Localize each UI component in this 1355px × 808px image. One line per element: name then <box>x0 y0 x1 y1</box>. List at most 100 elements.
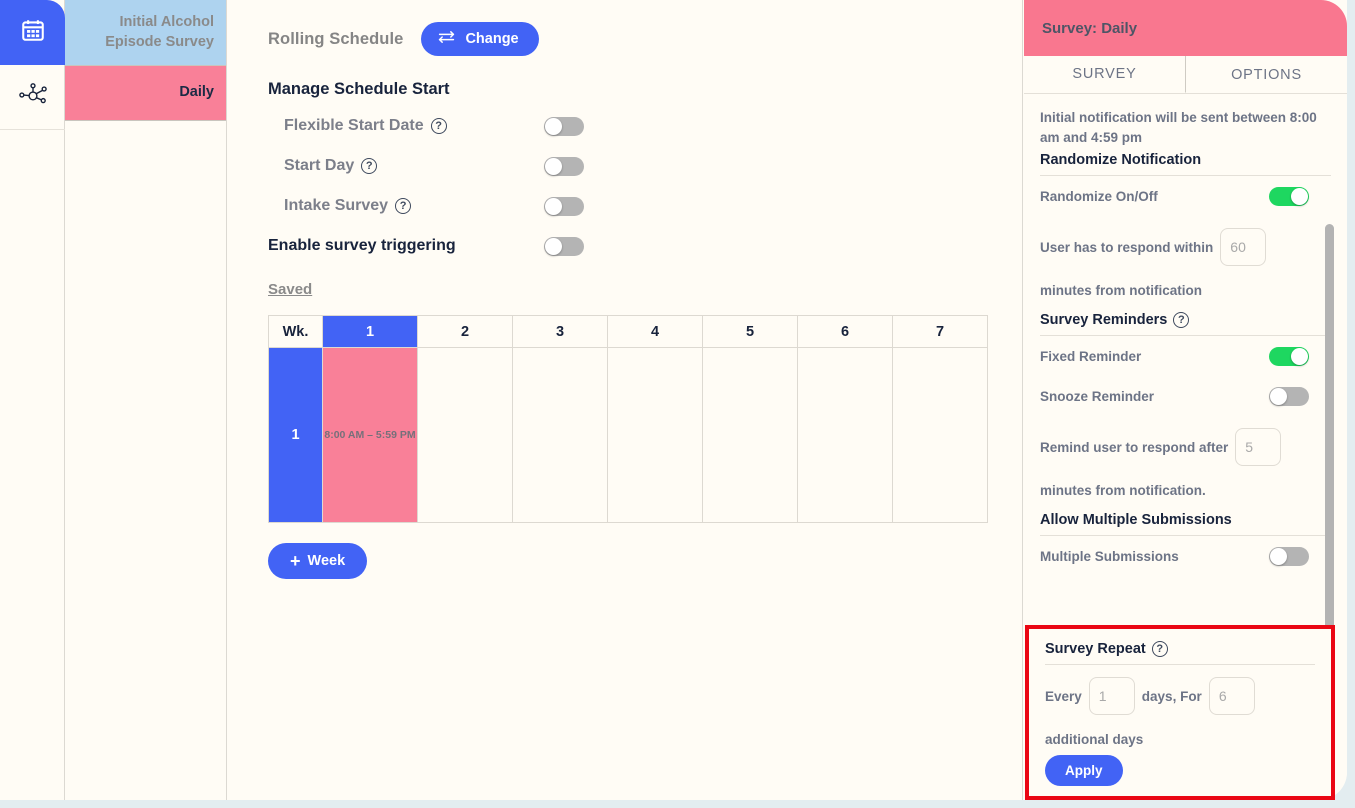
flexible-start-date-text: Flexible Start Date <box>284 117 424 134</box>
snooze-reminder-label: Snooze Reminder <box>1040 388 1155 404</box>
schedule-cell-day-2[interactable] <box>417 347 513 523</box>
randomize-on-off-label: Randomize On/Off <box>1040 188 1158 204</box>
schedule-cell-day-6[interactable] <box>797 347 893 523</box>
toggle-multiple-submissions[interactable] <box>1269 546 1309 566</box>
intake-survey-text: Intake Survey <box>284 197 389 214</box>
icon-rail <box>0 0 65 800</box>
schedule-week-number: 1 <box>268 347 323 523</box>
remind-after-suffix: minutes from notification. <box>1040 483 1206 499</box>
enable-survey-triggering-text: Enable survey triggering <box>268 237 456 254</box>
apply-button[interactable]: Apply <box>1045 755 1123 786</box>
help-icon-intake-survey[interactable]: ? <box>395 198 412 214</box>
help-icon-flexible-start-date[interactable]: ? <box>430 118 447 134</box>
schedule-day-header-5[interactable]: 5 <box>702 315 798 348</box>
toggle-row-enable-survey-triggering: Enable survey triggering <box>268 233 982 259</box>
survey-repeat-field-row: Every days, For additional days <box>1045 677 1315 747</box>
rolling-schedule-row: Rolling Schedule Change <box>268 22 982 56</box>
schedule-table: Wk. 1 2 3 4 5 6 7 1 8:00 AM – 5:59 PM <box>268 315 988 523</box>
toggle-flexible-start-date[interactable] <box>544 116 584 136</box>
survey-list-item-parent[interactable]: Initial Alcohol Episode Survey <box>65 0 226 65</box>
survey-repeat-title: Survey Repeat ? <box>1045 641 1315 665</box>
repeat-mid-label: days, For <box>1141 688 1202 704</box>
survey-list-item-daily[interactable]: Daily <box>65 65 226 121</box>
schedule-day-header-7[interactable]: 7 <box>892 315 988 348</box>
randomize-on-off-row: Randomize On/Off <box>1040 176 1331 216</box>
toggle-row-intake-survey: Intake Survey ? <box>268 193 982 219</box>
toggle-fixed-reminder[interactable] <box>1269 346 1309 366</box>
snooze-reminder-row: Snooze Reminder <box>1040 376 1331 416</box>
toggle-snooze-reminder[interactable] <box>1269 386 1309 406</box>
survey-panel-tabs: SURVEY OPTIONS <box>1024 56 1347 94</box>
schedule-panel: Rolling Schedule Change Manage Schedule … <box>228 0 1023 800</box>
schedule-header-row: Wk. 1 2 3 4 5 6 7 <box>268 315 988 348</box>
help-icon-survey-repeat[interactable]: ? <box>1151 641 1168 657</box>
survey-list: Initial Alcohol Episode Survey Daily <box>65 0 227 800</box>
help-icon-survey-reminders[interactable]: ? <box>1173 312 1190 329</box>
respond-within-input[interactable] <box>1220 228 1267 267</box>
survey-panel-title: Survey: Daily <box>1042 19 1138 37</box>
calendar-icon <box>20 17 46 48</box>
schedule-day-header-4[interactable]: 4 <box>607 315 703 348</box>
add-week-label: Week <box>307 553 346 569</box>
schedule-day-header-6[interactable]: 6 <box>797 315 893 348</box>
allow-multiple-submissions-title: Allow Multiple Submissions <box>1040 512 1331 537</box>
toggle-intake-survey[interactable] <box>544 196 584 216</box>
fixed-reminder-row: Fixed Reminder <box>1040 336 1331 376</box>
repeat-every-input[interactable] <box>1088 677 1135 715</box>
schedule-week-row: 1 8:00 AM – 5:59 PM <box>268 347 988 523</box>
survey-parent-label: Initial Alcohol Episode Survey <box>105 13 214 50</box>
change-button-label: Change <box>465 31 519 47</box>
manage-schedule-start-title: Manage Schedule Start <box>268 80 450 98</box>
randomize-notification-title-text: Randomize Notification <box>1040 152 1202 169</box>
start-day-text: Start Day <box>284 157 355 174</box>
schedule-cell-day-1[interactable]: 8:00 AM – 5:59 PM <box>322 347 418 523</box>
schedule-cell-day-3[interactable] <box>512 347 608 523</box>
toggle-enable-survey-triggering[interactable] <box>544 236 584 256</box>
schedule-corner-header: Wk. <box>268 315 323 348</box>
swap-arrows-icon <box>437 30 456 48</box>
toggle-start-day[interactable] <box>544 156 584 176</box>
remind-after-prefix: Remind user to respond after <box>1040 439 1229 455</box>
fixed-reminder-label: Fixed Reminder <box>1040 348 1142 364</box>
schedule-day-header-1[interactable]: 1 <box>322 315 418 348</box>
schedule-day-header-3[interactable]: 3 <box>512 315 608 348</box>
remind-after-input[interactable] <box>1235 428 1282 467</box>
randomize-notification-title: Randomize Notification <box>1040 152 1331 177</box>
respond-within-suffix: minutes from notification <box>1040 283 1202 299</box>
help-icon-start-day[interactable]: ? <box>361 158 378 174</box>
allow-multiple-submissions-title-text: Allow Multiple Submissions <box>1040 512 1232 529</box>
repeat-for-input[interactable] <box>1208 677 1255 715</box>
toggle-randomize-on-off[interactable] <box>1269 186 1309 206</box>
plus-icon: + <box>290 551 301 571</box>
survey-repeat-section: Survey Repeat ? Every days, For addition… <box>1025 625 1335 800</box>
survey-reminders-title-text: Survey Reminders <box>1040 312 1168 329</box>
repeat-suffix-label: additional days <box>1045 732 1144 747</box>
multiple-submissions-label: Multiple Submissions <box>1040 548 1179 564</box>
multiple-submissions-row: Multiple Submissions <box>1040 536 1331 576</box>
schedule-cell-day-5[interactable] <box>702 347 798 523</box>
start-day-label: Start Day ? <box>268 157 544 175</box>
network-nodes-icon <box>18 82 48 113</box>
tab-options[interactable]: OPTIONS <box>1186 56 1347 93</box>
schedule-day-header-2[interactable]: 2 <box>417 315 513 348</box>
schedule-cell-day-4[interactable] <box>607 347 703 523</box>
survey-child-label: Daily <box>179 84 214 101</box>
rolling-schedule-label: Rolling Schedule <box>268 29 404 48</box>
saved-link[interactable]: Saved <box>268 281 312 298</box>
respond-within-field-row: User has to respond within minutes from … <box>1040 228 1331 298</box>
tab-survey[interactable]: SURVEY <box>1024 56 1186 93</box>
toggle-row-flexible-start-date: Flexible Start Date ? <box>268 113 982 139</box>
initial-notification-note: Initial notification will be sent betwee… <box>1040 110 1317 145</box>
rail-item-network[interactable] <box>0 65 65 130</box>
rail-item-calendar[interactable] <box>0 0 65 65</box>
app-root: Initial Alcohol Episode Survey Daily Rol… <box>0 0 1355 808</box>
add-week-button[interactable]: + Week <box>268 543 368 579</box>
survey-repeat-title-text: Survey Repeat <box>1045 641 1146 657</box>
change-button[interactable]: Change <box>421 22 539 56</box>
flexible-start-date-label: Flexible Start Date ? <box>268 117 544 135</box>
enable-survey-triggering-label: Enable survey triggering <box>268 237 544 255</box>
survey-reminders-title: Survey Reminders ? <box>1040 312 1331 337</box>
schedule-cell-day-7[interactable] <box>892 347 988 523</box>
intake-survey-label: Intake Survey ? <box>268 197 544 215</box>
remind-after-field-row: Remind user to respond after minutes fro… <box>1040 428 1331 498</box>
